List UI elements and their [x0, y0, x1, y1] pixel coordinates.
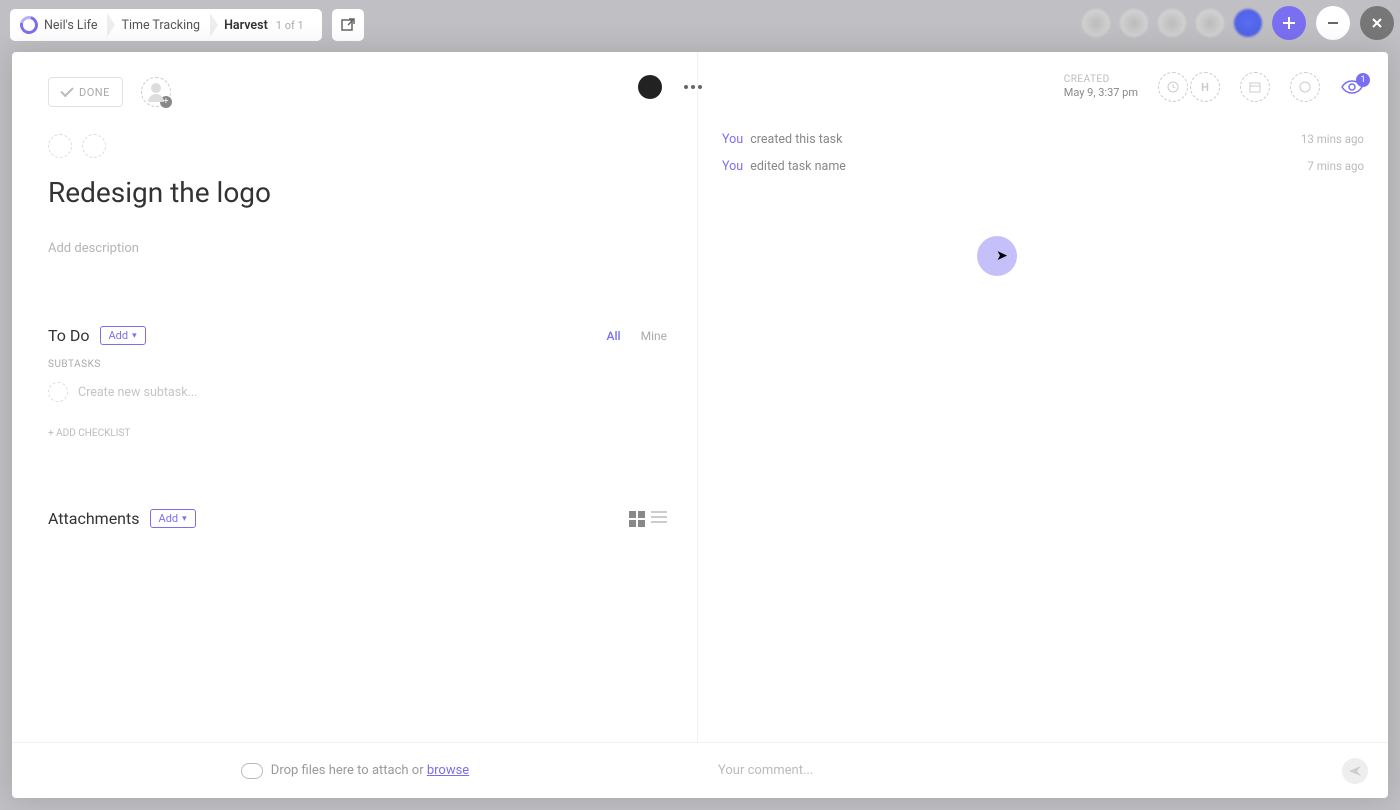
tag-row	[48, 134, 667, 158]
panel-footer: Drop files here to attach or browse Your…	[12, 742, 1388, 798]
plus-icon	[1281, 15, 1297, 31]
add-priority-button[interactable]	[82, 134, 106, 158]
subtask-status-icon	[48, 382, 68, 402]
right-header-left	[638, 75, 708, 99]
avatar[interactable]	[1158, 9, 1186, 37]
send-button[interactable]	[1342, 758, 1368, 784]
github-icon[interactable]	[638, 75, 662, 99]
watchers-count: 1	[1356, 73, 1370, 87]
todo-add-button[interactable]: Add	[100, 326, 146, 345]
time-tracked-button[interactable]	[1158, 72, 1188, 102]
activity-what: edited task name	[750, 159, 846, 174]
created-block: CREATED May 9, 3:37 pm	[1064, 73, 1138, 100]
open-external-button[interactable]	[332, 9, 364, 41]
new-subtask-input[interactable]: Create new subtask...	[48, 382, 667, 402]
created-label: CREATED	[1064, 73, 1138, 86]
add-tag-button[interactable]	[48, 134, 72, 158]
attachments-view-toggle	[629, 511, 667, 527]
close-icon	[1370, 16, 1384, 30]
comment-input[interactable]: Your comment...	[718, 763, 1330, 778]
task-title[interactable]: Redesign the logo	[48, 176, 667, 209]
cloud-upload-icon	[241, 763, 263, 779]
attachments-heading-label: Attachments	[48, 509, 140, 528]
todo-filters: All Mine	[607, 329, 667, 343]
due-date-button[interactable]	[1240, 72, 1270, 102]
created-datetime: May 9, 3:37 pm	[1064, 86, 1138, 100]
avatar[interactable]	[1196, 9, 1224, 37]
add-assignee-button[interactable]: +	[141, 77, 171, 107]
clickup-logo-icon	[17, 13, 42, 38]
footer-comment: Your comment...	[698, 743, 1388, 798]
list-view-button[interactable]	[651, 511, 667, 527]
clock-icon	[1166, 80, 1180, 94]
send-icon	[1348, 764, 1362, 778]
activity-what: created this task	[750, 132, 842, 147]
activity-entry: You created this task 13 mins ago	[722, 126, 1364, 153]
avatar[interactable]	[1234, 9, 1262, 37]
more-menu-button[interactable]	[678, 79, 708, 95]
breadcrumb-position: 1 of 1	[276, 19, 304, 32]
attachments-section: Attachments Add	[48, 509, 667, 528]
breadcrumb-space-label: Neil's Life	[44, 18, 97, 33]
add-checklist-button[interactable]: + ADD CHECKLIST	[48, 428, 667, 439]
browse-link[interactable]: browse	[427, 763, 469, 778]
close-button[interactable]	[1360, 6, 1394, 40]
top-right-controls	[1082, 6, 1394, 40]
avatar[interactable]	[1120, 9, 1148, 37]
dependency-button[interactable]	[1290, 72, 1320, 102]
activity-when: 7 mins ago	[1307, 159, 1364, 174]
breadcrumb-folder-label: Time Tracking	[121, 18, 200, 33]
left-column: DONE + Redesign the logo Add description…	[12, 52, 698, 742]
activity-who[interactable]: You	[722, 159, 743, 174]
breadcrumb: Neil's Life Time Tracking Harvest 1 of 1	[10, 9, 322, 41]
activity-entry: You edited task name 7 mins ago	[722, 153, 1364, 180]
todo-heading: To Do Add	[48, 326, 146, 345]
minimize-button[interactable]	[1316, 6, 1350, 40]
harvest-button[interactable]	[1190, 72, 1220, 102]
watchers-button[interactable]: 1	[1340, 79, 1364, 95]
external-link-icon	[340, 17, 356, 33]
activity-when: 13 mins ago	[1301, 132, 1364, 147]
activity-feed: You created this task 13 mins ago You ed…	[698, 116, 1388, 190]
cursor-icon: ➤	[996, 248, 1008, 264]
footer-dropzone[interactable]: Drop files here to attach or browse	[12, 743, 698, 798]
todo-section-header: To Do Add All Mine	[48, 326, 667, 345]
calendar-icon	[1248, 80, 1262, 94]
done-label: DONE	[79, 86, 110, 99]
attachments-add-button[interactable]: Add	[150, 509, 196, 528]
new-button[interactable]	[1272, 6, 1306, 40]
attachments-header: Attachments Add	[48, 509, 667, 528]
avatar[interactable]	[1082, 9, 1110, 37]
attachments-heading: Attachments Add	[48, 509, 196, 528]
grid-view-button[interactable]	[629, 511, 645, 527]
check-icon	[60, 84, 73, 97]
filter-all[interactable]: All	[607, 329, 621, 343]
breadcrumb-list[interactable]: Harvest 1 of 1	[214, 9, 318, 41]
description-input[interactable]: Add description	[48, 241, 667, 256]
breadcrumb-list-label: Harvest	[224, 18, 268, 33]
todo-heading-label: To Do	[48, 326, 90, 345]
left-header: DONE +	[48, 68, 667, 116]
subtasks-label: SUBTASKS	[48, 359, 667, 370]
breadcrumb-space[interactable]: Neil's Life	[14, 9, 111, 41]
link-icon	[1298, 80, 1312, 94]
panel-body: DONE + Redesign the logo Add description…	[12, 52, 1388, 742]
task-panel: DONE + Redesign the logo Add description…	[12, 52, 1388, 798]
done-button[interactable]: DONE	[48, 77, 123, 107]
new-subtask-placeholder: Create new subtask...	[78, 385, 197, 400]
breadcrumb-folder[interactable]: Time Tracking	[111, 9, 214, 41]
drop-text: Drop files here to attach or	[271, 763, 427, 778]
plus-badge-icon: +	[160, 96, 172, 108]
right-column: CREATED May 9, 3:37 pm 1	[698, 52, 1388, 742]
right-header: CREATED May 9, 3:37 pm 1	[698, 52, 1388, 116]
minus-icon	[1326, 16, 1340, 30]
filter-mine[interactable]: Mine	[641, 329, 667, 343]
activity-who[interactable]: You	[722, 132, 743, 147]
